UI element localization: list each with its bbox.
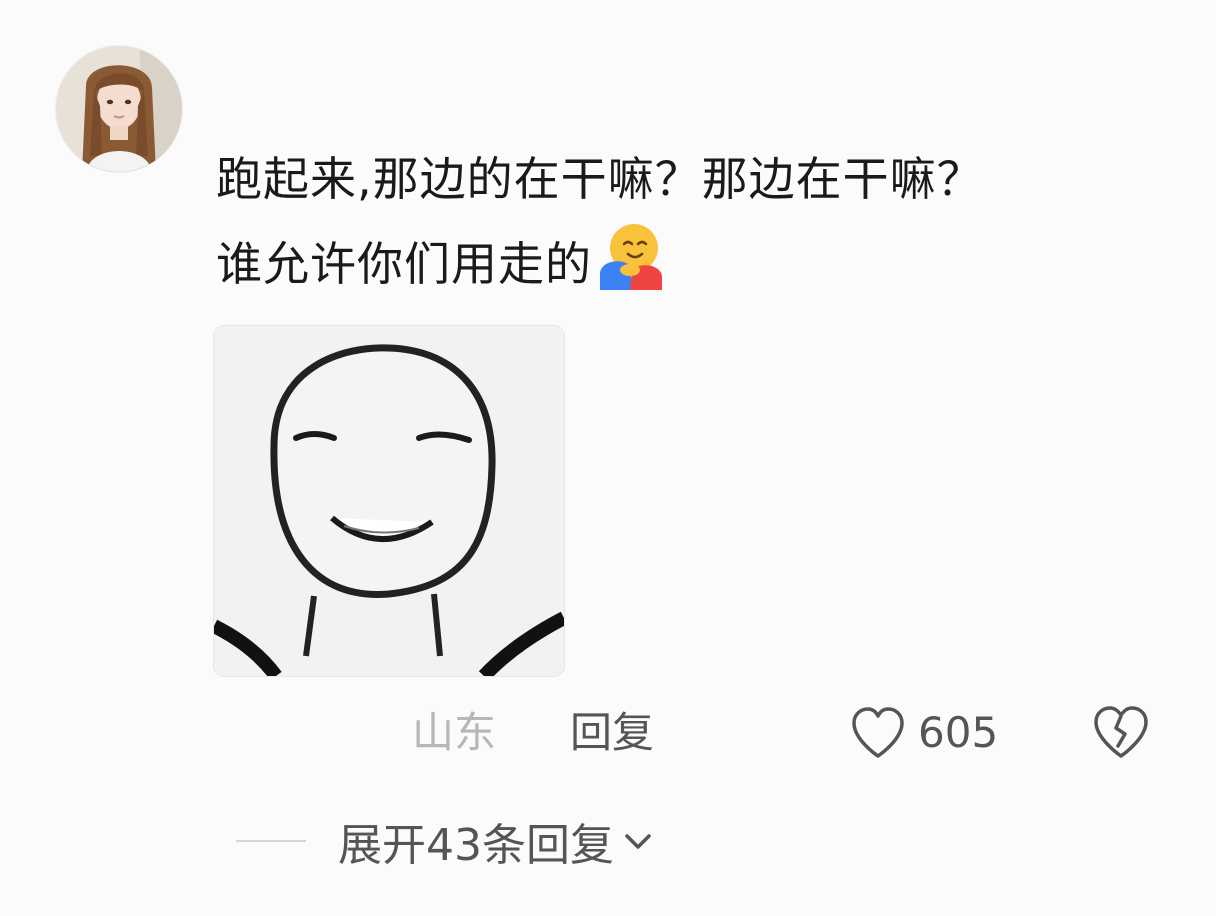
expand-replies-label: 展开43条回复 bbox=[338, 820, 614, 871]
broken-heart-icon bbox=[1094, 706, 1148, 758]
like-count: 605 bbox=[918, 708, 999, 757]
heart-outline-icon bbox=[852, 707, 904, 758]
avatar-image bbox=[56, 46, 182, 172]
comment-line-2: 谁允许你们用走的 bbox=[216, 218, 1196, 303]
hugging-face-emoji-icon bbox=[594, 218, 666, 290]
meme-face-image bbox=[214, 326, 564, 676]
reply-button[interactable]: 回复 bbox=[570, 702, 654, 764]
dislike-button[interactable] bbox=[1092, 704, 1150, 760]
expand-replies-button[interactable]: 展开43条回复 bbox=[338, 809, 654, 873]
comment-line-1: 跑起来,那边的在干嘛？那边在干嘛？ bbox=[216, 152, 984, 206]
comment-line-2-text: 谁允许你们用走的 bbox=[216, 237, 592, 291]
sticker-image[interactable] bbox=[214, 326, 564, 676]
comment-location: 山东 bbox=[412, 708, 497, 757]
divider bbox=[236, 840, 306, 842]
avatar[interactable] bbox=[56, 46, 182, 172]
like-button[interactable]: 605 bbox=[850, 702, 998, 764]
chevron-down-icon bbox=[625, 834, 651, 849]
expand-replies-row: 展开43条回复 bbox=[236, 806, 654, 876]
comment-text: 跑起来,那边的在干嘛？那边在干嘛？ 谁允许你们用走的 bbox=[216, 140, 1196, 303]
